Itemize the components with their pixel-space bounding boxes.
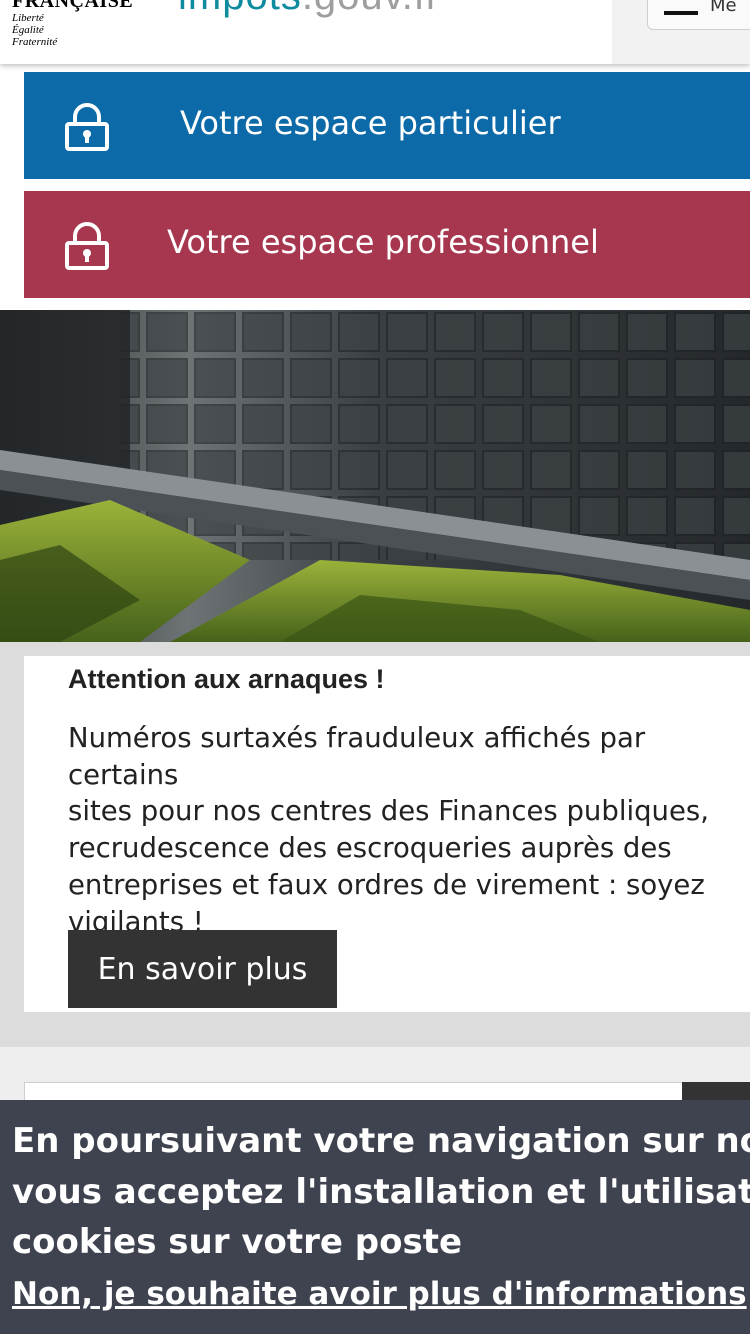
motto-liberte: Liberté: [12, 12, 44, 24]
lock-icon: [65, 222, 109, 270]
espace-professionnel-button[interactable]: Votre espace professionnel: [24, 191, 750, 298]
menu-label: Me: [710, 0, 737, 16]
alert-title: Attention aux arnaques !: [68, 664, 385, 694]
cookie-message-line: En poursuivant votre navigation sur notr…: [12, 1121, 750, 1161]
hamburger-icon: [664, 11, 698, 15]
alert-text-line: sites pour nos centres des Finances publ…: [68, 795, 709, 828]
republique-francaise-logo: FRANÇAISE Liberté Égalité Fraternité: [12, 0, 133, 48]
logo-main-text: impots: [178, 0, 302, 18]
site-header: FRANÇAISE Liberté Égalité Fraternité imp…: [0, 0, 750, 64]
menu-button[interactable]: Me: [647, 0, 750, 30]
cookie-banner: En poursuivant votre navigation sur notr…: [0, 1100, 750, 1334]
alert-text: Numéros surtaxés frauduleux affichés par…: [68, 720, 748, 940]
alert-text-line: entreprises et faux ordres de virement :…: [68, 868, 705, 901]
espace-particulier-button[interactable]: Votre espace particulier: [24, 72, 750, 179]
alert-text-line: recrudescence des escroqueries auprès de…: [68, 832, 672, 865]
motto-fraternite: Fraternité: [12, 36, 58, 48]
lock-icon: [65, 103, 109, 151]
cookie-message-line: vous acceptez l'installation et l'utilis…: [12, 1171, 750, 1212]
impots-gouv-logo[interactable]: impots.gouv.fr: [178, 0, 440, 19]
republic-name: FRANÇAISE: [12, 0, 134, 12]
hero-image: [0, 310, 750, 642]
en-savoir-plus-button[interactable]: En savoir plus: [68, 930, 337, 1008]
espace-particulier-label: Votre espace particulier: [180, 104, 561, 142]
espace-professionnel-label: Votre espace professionnel: [167, 223, 599, 261]
cookie-message-line: cookies sur votre poste: [12, 1222, 463, 1262]
building-photo: [0, 310, 750, 642]
logo-suffix-text: .gouv.fr: [302, 0, 440, 18]
cookie-message: En poursuivant votre navigation sur notr…: [12, 1116, 750, 1268]
motto-egalite: Égalité: [12, 24, 44, 36]
alert-text-line: Numéros surtaxés frauduleux affichés par…: [68, 722, 646, 791]
cookie-more-info-link[interactable]: Non, je souhaite avoir plus d'informatio…: [12, 1276, 747, 1312]
